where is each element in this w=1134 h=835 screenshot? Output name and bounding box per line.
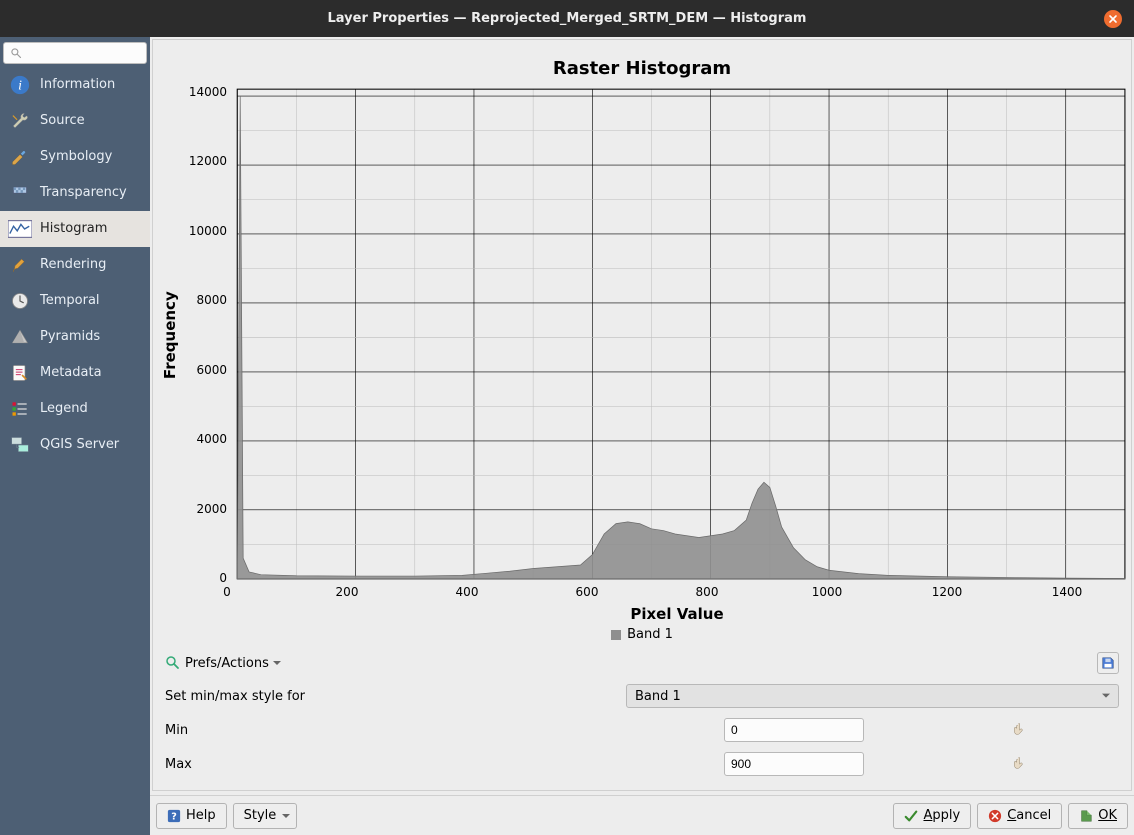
sidebar-item-label: Rendering	[40, 257, 106, 272]
sidebar-item-label: Source	[40, 113, 85, 128]
legend-label: Band 1	[627, 627, 673, 642]
sidebar-item-symbology[interactable]: Symbology	[0, 139, 150, 175]
wrench-icon	[8, 109, 32, 133]
apply-button[interactable]: Apply	[893, 803, 971, 829]
floppy-icon	[1101, 656, 1115, 670]
sidebar-search-input[interactable]	[3, 42, 147, 64]
sidebar-item-metadata[interactable]: Metadata	[0, 355, 150, 391]
band-select[interactable]: Band 1	[626, 684, 1119, 708]
transparency-icon	[8, 181, 32, 205]
ok-button[interactable]: OK	[1068, 803, 1128, 829]
brush-icon	[8, 145, 32, 169]
save-plot-button[interactable]	[1097, 652, 1119, 674]
sidebar-item-label: Temporal	[40, 293, 100, 308]
band-select-value: Band 1	[635, 689, 681, 704]
chart-yticks: 14000120001000080006000400020000	[183, 85, 231, 585]
max-input[interactable]	[724, 752, 864, 776]
help-button[interactable]: ? Help	[156, 803, 227, 829]
plot-area: Frequency 140001200010000800060004000200…	[157, 85, 1127, 585]
pointer-icon[interactable]	[1011, 721, 1029, 739]
paint-icon	[8, 253, 32, 277]
sidebar-item-label: Pyramids	[40, 329, 100, 344]
titlebar: Layer Properties — Reprojected_Merged_SR…	[0, 0, 1134, 37]
main-panel: Raster Histogram Frequency 1400012000100…	[150, 37, 1134, 835]
magnifier-icon	[165, 655, 181, 671]
check-icon	[904, 809, 918, 823]
max-label: Max	[165, 757, 718, 772]
legend-swatch	[611, 630, 621, 640]
sidebar-item-label: Symbology	[40, 149, 112, 164]
close-button[interactable]	[1104, 10, 1122, 28]
min-label: Min	[165, 723, 718, 738]
server-icon	[8, 433, 32, 457]
min-row: Min	[157, 712, 1127, 746]
histogram-icon	[8, 217, 32, 241]
clock-icon	[8, 289, 32, 313]
cancel-button[interactable]: Cancel	[977, 803, 1062, 829]
chart-xticks: 0200400600800100012001400	[227, 585, 1127, 603]
sidebar-item-legend[interactable]: Legend	[0, 391, 150, 427]
sidebar-item-source[interactable]: Source	[0, 103, 150, 139]
histogram-chart-region: Raster Histogram Frequency 1400012000100…	[152, 39, 1132, 791]
minmax-band-row: Set min/max style for Band 1	[157, 678, 1127, 712]
set-minmax-label: Set min/max style for	[165, 689, 620, 704]
metadata-icon	[8, 361, 32, 385]
sidebar-item-label: QGIS Server	[40, 437, 119, 452]
prefs-actions-button[interactable]: Prefs/Actions	[185, 656, 281, 671]
max-row: Max	[157, 746, 1127, 786]
sidebar-item-transparency[interactable]: Transparency	[0, 175, 150, 211]
sidebar-item-label: Histogram	[40, 221, 107, 236]
chart-legend: Band 1	[157, 627, 1127, 642]
ok-icon	[1079, 809, 1093, 823]
legend-icon	[8, 397, 32, 421]
info-icon: i	[8, 73, 32, 97]
sidebar-item-histogram[interactable]: Histogram	[0, 211, 150, 247]
chart-xlabel: Pixel Value	[227, 605, 1127, 623]
pointer-icon[interactable]	[1011, 755, 1029, 773]
sidebar-item-qgis-server[interactable]: QGIS Server	[0, 427, 150, 463]
min-input[interactable]	[724, 718, 864, 742]
sidebar: i Information Source Symbology	[0, 37, 150, 835]
chart-title: Raster Histogram	[157, 58, 1127, 79]
prefs-actions-row: Prefs/Actions	[157, 642, 1127, 678]
sidebar-item-rendering[interactable]: Rendering	[0, 247, 150, 283]
chart-ylabel: Frequency	[157, 85, 183, 585]
svg-text:?: ?	[171, 811, 177, 822]
window-title: Layer Properties — Reprojected_Merged_SR…	[328, 11, 807, 26]
window-root: Layer Properties — Reprojected_Merged_SR…	[0, 0, 1134, 835]
chevron-down-icon	[273, 661, 281, 669]
sidebar-item-temporal[interactable]: Temporal	[0, 283, 150, 319]
close-icon	[1108, 14, 1118, 24]
sidebar-item-information[interactable]: i Information	[0, 67, 150, 103]
help-icon: ?	[167, 809, 181, 823]
sidebar-search-row	[0, 40, 150, 67]
sidebar-item-label: Legend	[40, 401, 88, 416]
cancel-icon	[988, 809, 1002, 823]
sidebar-item-label: Information	[40, 77, 115, 92]
bottom-button-bar: ? Help Style Apply Cancel OK	[150, 795, 1134, 835]
style-button[interactable]: Style	[233, 803, 298, 829]
svg-text:i: i	[18, 78, 22, 93]
sidebar-item-pyramids[interactable]: Pyramids	[0, 319, 150, 355]
sidebar-item-label: Metadata	[40, 365, 102, 380]
pyramid-icon	[8, 325, 32, 349]
histogram-plot[interactable]	[231, 85, 1127, 585]
plot-wrap: Frequency 140001200010000800060004000200…	[157, 85, 1127, 642]
body-area: i Information Source Symbology	[0, 37, 1134, 835]
sidebar-item-label: Transparency	[40, 185, 127, 200]
